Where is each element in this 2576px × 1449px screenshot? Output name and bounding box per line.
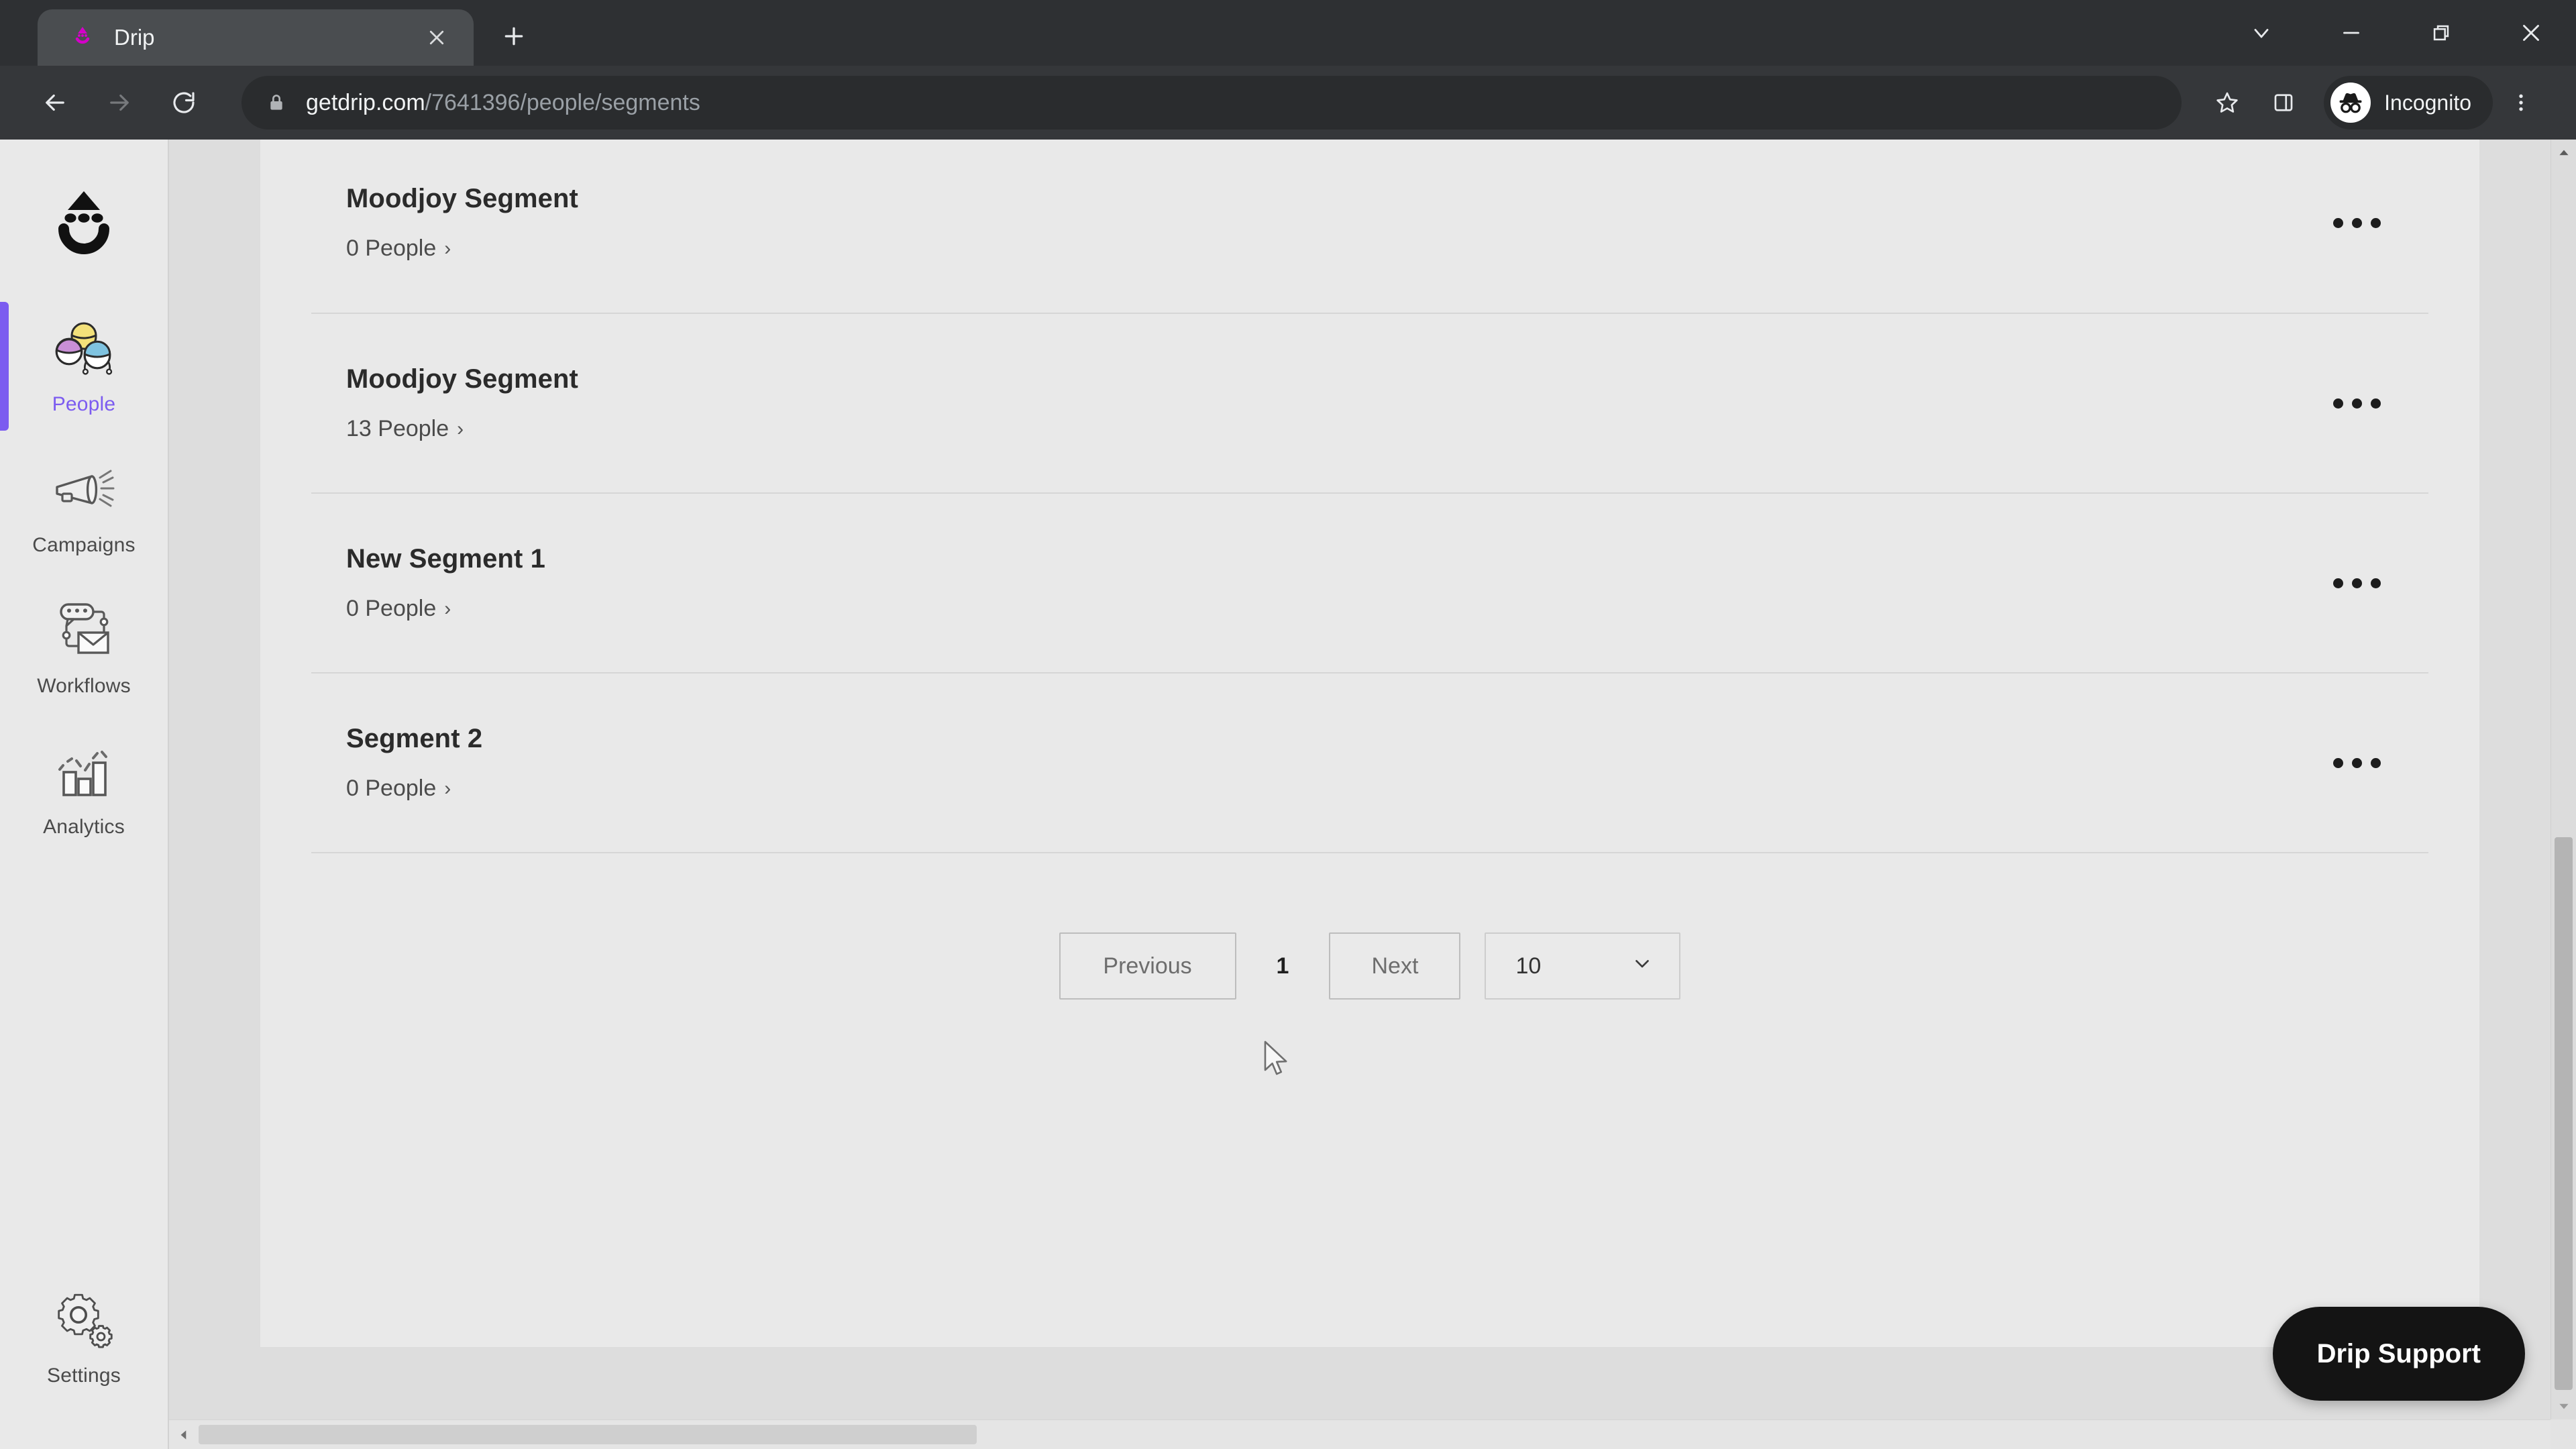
chevron-right-icon: › (444, 597, 451, 620)
sidebar-item-workflows[interactable]: Workflows (0, 574, 168, 715)
sidebar-item-settings[interactable]: Settings (0, 1264, 168, 1405)
table-row[interactable]: Segment 2 0 People › (311, 672, 2428, 852)
segment-people-count: 0 People (346, 235, 437, 261)
segment-people-count: 13 People (346, 416, 449, 441)
pagination: Previous 1 Next 10 (311, 853, 2428, 1000)
per-page-value: 10 (1515, 953, 1542, 979)
window-controls (2216, 0, 2576, 66)
app-sidebar: People Campaigns Workflows Analytics Set… (0, 140, 169, 1449)
gear-icon (47, 1287, 121, 1354)
segment-name: Segment 2 (346, 724, 483, 753)
segment-info: New Segment 1 0 People › (346, 544, 545, 622)
tab-title: Drip (114, 25, 155, 50)
per-page-select[interactable]: 10 (1485, 932, 1681, 1000)
close-icon[interactable] (419, 19, 455, 56)
workflow-icon (47, 597, 121, 664)
chevron-right-icon: › (444, 777, 451, 800)
segment-people-link[interactable]: 0 People › (346, 235, 578, 262)
scroll-up-arrow-icon[interactable] (2551, 140, 2576, 166)
sidebar-item-label: People (52, 393, 116, 415)
segment-people-count: 0 People (346, 596, 437, 621)
three-dot-menu-icon[interactable] (2493, 74, 2549, 131)
browser-window: Drip getdrip.com/7641396/people/segments… (0, 0, 2576, 1449)
tab-strip: Drip (0, 0, 2576, 66)
forward-arrow-icon (91, 74, 148, 131)
browser-toolbar: getdrip.com/7641396/people/segments Inco… (0, 66, 2576, 140)
sidebar-item-people[interactable]: People (0, 292, 168, 433)
segment-people-count: 0 People (346, 775, 437, 801)
star-icon[interactable] (2199, 74, 2255, 131)
drip-support-button[interactable]: Drip Support (2272, 1307, 2525, 1401)
next-button[interactable]: Next (1329, 932, 1461, 1000)
drip-smiley-logo[interactable] (40, 180, 127, 267)
browser-tab[interactable]: Drip (38, 9, 474, 66)
chevron-right-icon: › (444, 237, 451, 260)
back-arrow-icon[interactable] (27, 74, 83, 131)
url-domain: getdrip.com (306, 89, 425, 115)
segment-info: Moodjoy Segment 13 People › (346, 364, 578, 442)
scrollbar-corner (2551, 1419, 2576, 1449)
reload-icon[interactable] (156, 74, 212, 131)
segment-info: Segment 2 0 People › (346, 724, 482, 802)
url-text: getdrip.com/7641396/people/segments (306, 90, 700, 116)
tab-search-icon[interactable] (2216, 0, 2306, 66)
bar-chart-icon (47, 738, 121, 805)
profile-incognito-button[interactable]: Incognito (2324, 76, 2493, 129)
main-content: Moodjoy Segment 0 People › Moodjoy Segme… (169, 140, 2576, 1449)
page-scroll-area: Moodjoy Segment 0 People › Moodjoy Segme… (169, 140, 2551, 1449)
drip-logo-icon (68, 23, 97, 52)
chevron-right-icon: › (457, 417, 464, 440)
url-path: /7641396/people/segments (425, 89, 700, 115)
segment-people-link[interactable]: 13 People › (346, 416, 578, 442)
segment-name: New Segment 1 (346, 544, 545, 574)
overflow-menu-icon[interactable] (2320, 373, 2394, 433)
sidebar-item-label: Analytics (43, 816, 125, 838)
overflow-menu-icon[interactable] (2320, 733, 2394, 793)
side-panel-icon[interactable] (2255, 74, 2312, 131)
vertical-scrollbar[interactable] (2551, 140, 2576, 1419)
table-row[interactable]: New Segment 1 0 People › (311, 492, 2428, 672)
sidebar-item-label: Workflows (37, 675, 131, 697)
lock-icon (264, 91, 288, 115)
overflow-menu-icon[interactable] (2320, 553, 2394, 613)
segment-people-link[interactable]: 0 People › (346, 596, 545, 622)
minimize-icon[interactable] (2306, 0, 2396, 66)
segment-people-link[interactable]: 0 People › (346, 775, 482, 802)
chevron-down-icon (1631, 952, 1654, 981)
megaphone-icon (47, 456, 121, 523)
restore-icon[interactable] (2396, 0, 2486, 66)
overflow-menu-icon[interactable] (2320, 193, 2394, 253)
sidebar-item-label: Campaigns (32, 534, 136, 556)
people-icon (47, 315, 121, 382)
segment-name: Moodjoy Segment (346, 364, 578, 394)
segment-name: Moodjoy Segment (346, 184, 578, 213)
segments-card: Moodjoy Segment 0 People › Moodjoy Segme… (260, 140, 2479, 1347)
sidebar-item-analytics[interactable]: Analytics (0, 715, 168, 856)
segments-list: Moodjoy Segment 0 People › Moodjoy Segme… (260, 140, 2479, 1000)
scroll-down-arrow-icon[interactable] (2551, 1393, 2576, 1419)
new-tab-button[interactable] (488, 11, 539, 62)
sidebar-item-campaigns[interactable]: Campaigns (0, 433, 168, 574)
horizontal-scrollbar[interactable] (169, 1419, 2576, 1449)
scroll-left-arrow-icon[interactable] (169, 1420, 199, 1449)
table-row[interactable]: Moodjoy Segment 0 People › (311, 140, 2428, 313)
page-viewport: People Campaigns Workflows Analytics Set… (0, 140, 2576, 1449)
table-row[interactable]: Moodjoy Segment 13 People › (311, 313, 2428, 492)
incognito-icon (2330, 83, 2371, 123)
horizontal-scrollbar-thumb[interactable] (199, 1425, 977, 1444)
address-bar[interactable]: getdrip.com/7641396/people/segments (241, 76, 2182, 129)
sidebar-item-label: Settings (47, 1364, 121, 1387)
profile-label: Incognito (2384, 90, 2471, 115)
current-page-number: 1 (1276, 953, 1289, 979)
segment-info: Moodjoy Segment 0 People › (346, 184, 578, 262)
vertical-scrollbar-thumb[interactable] (2555, 837, 2573, 1390)
window-close-icon[interactable] (2486, 0, 2576, 66)
previous-button[interactable]: Previous (1059, 932, 1236, 1000)
